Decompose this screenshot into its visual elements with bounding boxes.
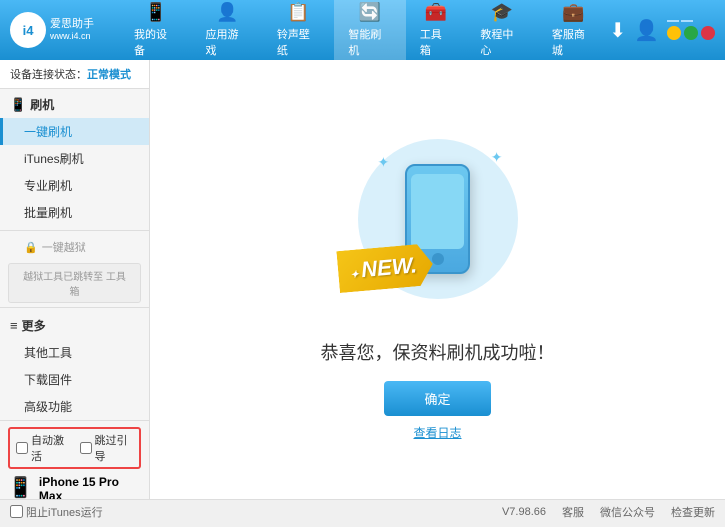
nav-apps-games[interactable]: 👤 应用游戏 — [191, 0, 262, 64]
apps-icon: 👤 — [216, 2, 238, 23]
nav-toolbox[interactable]: 🧰 工具箱 — [406, 0, 467, 64]
sparkle-tl: ✦ — [378, 154, 390, 171]
tutorial-icon: 🎓 — [491, 2, 513, 23]
sidebar: 设备连接状态：正常模式 📱 刷机 一键刷机 iTunes刷机 专业刷机 — [0, 60, 150, 499]
sidebar-flash-group: 📱 刷机 一键刷机 iTunes刷机 专业刷机 批量刷机 — [0, 91, 149, 226]
sparkle-tr: ✦ — [491, 149, 503, 166]
close-button[interactable] — [701, 26, 715, 40]
device-icon: 📱 — [145, 2, 167, 23]
nav-services[interactable]: 💼 客服商城 — [538, 0, 609, 64]
nav-my-device[interactable]: 📱 我的设备 — [120, 0, 191, 64]
sidebar-jailbreak-header: 🔒 一键越狱 — [0, 235, 149, 259]
sidebar-item-advanced[interactable]: 高级功能 — [0, 393, 149, 420]
sidebar-item-other-tools[interactable]: 其他工具 — [0, 339, 149, 366]
footer-right: V7.98.66 客服 微信公众号 检查更新 — [502, 504, 715, 520]
sidebar-more-group: ≡ 更多 其他工具 下载固件 高级功能 — [0, 312, 149, 420]
phone-home-button — [432, 253, 444, 265]
sidebar-more-header: ≡ 更多 — [0, 312, 149, 339]
sidebar-item-batch-flash[interactable]: 批量刷机 — [0, 199, 149, 226]
itunes-checkbox[interactable] — [10, 505, 23, 518]
auto-activate-checkbox[interactable] — [16, 442, 28, 454]
status-bar: 设备连接状态：正常模式 — [0, 60, 149, 89]
sidebar-flash-header: 📱 刷机 — [0, 91, 149, 118]
footer: 阻止iTunes运行 V7.98.66 客服 微信公众号 检查更新 — [0, 499, 725, 523]
sidebar-jailbreak-group: 🔒 一键越狱 越狱工具已跳转至 工具箱 — [0, 235, 149, 303]
sidebar-item-one-click-flash[interactable]: 一键刷机 — [0, 118, 149, 145]
success-text: 恭喜您，保资料刷机成功啦！ — [321, 339, 555, 365]
service-icon: 💼 — [562, 2, 584, 23]
ringtone-icon: 📋 — [287, 2, 309, 23]
sidebar-item-download-firmware[interactable]: 下载固件 — [0, 366, 149, 393]
device-info-row: 📱 iPhone 15 Pro Max 512GB iPhone — [8, 475, 141, 499]
device-phone-icon: 📱 — [8, 475, 33, 499]
checkbox-group: 自动激活 跳过引导 — [8, 427, 141, 469]
user-icon[interactable]: 👤 — [634, 18, 659, 43]
sidebar-item-pro-flash[interactable]: 专业刷机 — [0, 172, 149, 199]
auto-guide-label[interactable]: 跳过引导 — [80, 432, 134, 464]
flash-icon: 🔄 — [359, 2, 381, 23]
device-details: iPhone 15 Pro Max 512GB iPhone — [39, 475, 141, 499]
log-link[interactable]: 查看日志 — [413, 424, 461, 441]
confirm-button[interactable]: 确定 — [384, 381, 490, 416]
sidebar-jailbreak-note: 越狱工具已跳转至 工具箱 — [8, 263, 141, 303]
footer-check-update[interactable]: 检查更新 — [671, 504, 715, 520]
logo-text: 爱思助手 www.i4.cn — [50, 17, 94, 43]
sidebar-item-itunes-flash[interactable]: iTunes刷机 — [0, 145, 149, 172]
footer-left: 阻止iTunes运行 — [10, 504, 103, 520]
phone-illustration: ✦ ✦ ✦ ✦ NEW. — [348, 119, 528, 319]
nav-ringtones[interactable]: 📋 铃声壁纸 — [263, 0, 334, 64]
maximize-button[interactable] — [684, 26, 698, 40]
nav-items: 📱 我的设备 👤 应用游戏 📋 铃声壁纸 🔄 智能刷机 🧰 工具箱 🎓 — [120, 0, 609, 64]
new-badge: ✦ NEW. — [336, 242, 434, 292]
nav-smart-flash[interactable]: 🔄 智能刷机 — [334, 0, 405, 64]
lock-icon: 🔒 — [24, 241, 38, 254]
main-content: ✦ ✦ ✦ ✦ NEW. 恭喜您，保资料刷机成功啦！ 确定 查看日志 — [150, 60, 725, 499]
nav-tutorials[interactable]: 🎓 教程中心 — [466, 0, 537, 64]
itunes-label[interactable]: 阻止iTunes运行 — [10, 504, 103, 520]
logo: i4 爱思助手 www.i4.cn — [10, 12, 120, 48]
more-section-icon: ≡ — [10, 318, 18, 333]
version-label: V7.98.66 — [502, 506, 546, 518]
flash-section-icon: 📱 — [10, 97, 26, 113]
footer-wechat[interactable]: 微信公众号 — [600, 504, 655, 520]
topbar: i4 爱思助手 www.i4.cn 📱 我的设备 👤 应用游戏 📋 铃声壁纸 🔄 — [0, 0, 725, 60]
auto-activate-label[interactable]: 自动激活 — [16, 432, 70, 464]
sidebar-device-section: 自动激活 跳过引导 📱 iPhone 15 Pro Max 512GB iPho… — [0, 420, 149, 499]
download-icon[interactable]: ⬇ — [609, 18, 626, 43]
toolbox-icon: 🧰 — [425, 2, 447, 23]
footer-customer-service[interactable]: 客服 — [562, 504, 584, 520]
phone-screen — [411, 174, 464, 249]
minimize-button[interactable] — [667, 26, 681, 40]
logo-icon: i4 — [10, 12, 46, 48]
auto-guide-checkbox[interactable] — [80, 442, 92, 454]
